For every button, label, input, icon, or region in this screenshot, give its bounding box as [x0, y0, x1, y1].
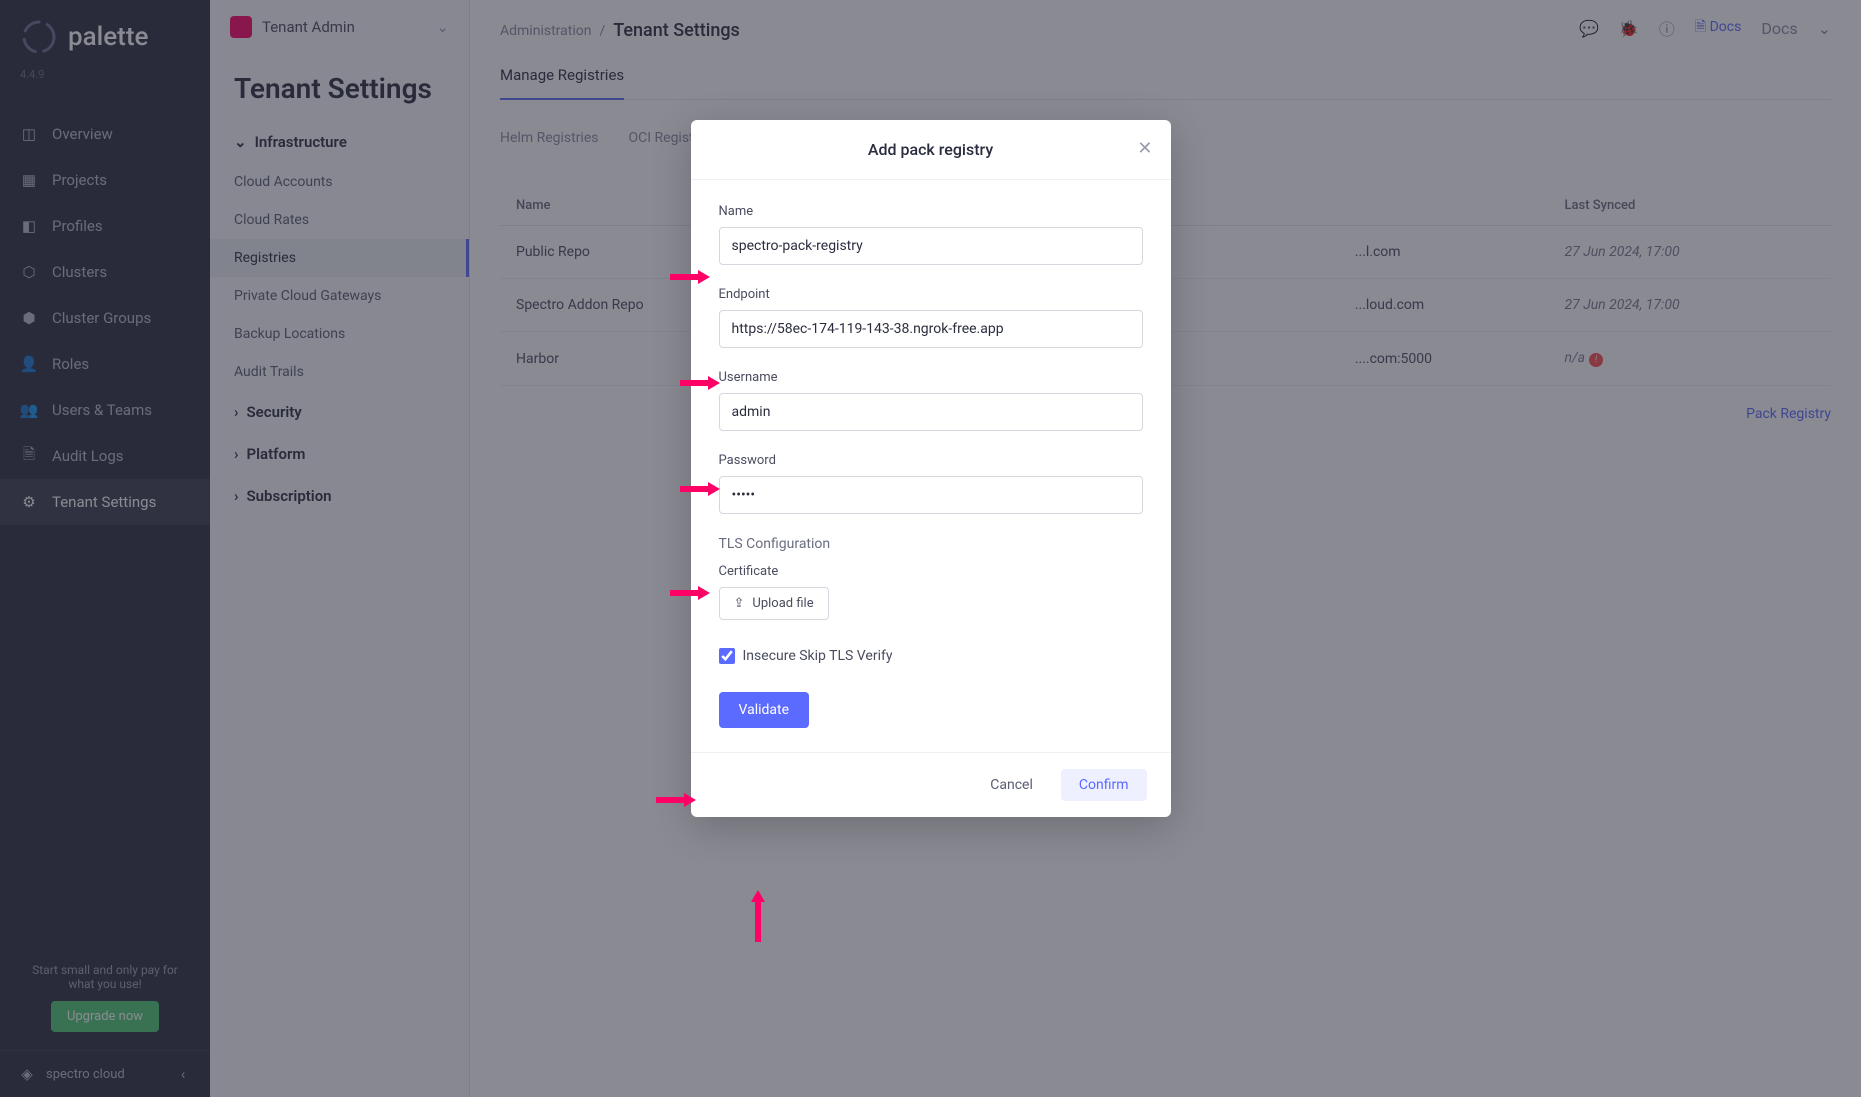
password-label: Password — [719, 453, 1143, 468]
field-password: Password — [719, 453, 1143, 514]
modal-header: Add pack registry ✕ — [691, 120, 1171, 180]
upload-icon: ⇪ — [734, 596, 745, 611]
endpoint-input[interactable] — [719, 310, 1143, 348]
annotation-arrow-icon — [680, 376, 720, 390]
insecure-skip-label: Insecure Skip TLS Verify — [743, 648, 893, 664]
name-input[interactable] — [719, 227, 1143, 265]
name-label: Name — [719, 204, 1143, 219]
annotation-arrow-icon — [680, 482, 720, 496]
cancel-button[interactable]: Cancel — [974, 769, 1049, 801]
field-username: Username — [719, 370, 1143, 431]
validate-button[interactable]: Validate — [719, 692, 810, 728]
annotation-arrow-icon — [670, 586, 710, 600]
insecure-skip-checkbox[interactable] — [719, 648, 735, 664]
modal-body: Name Endpoint Username Password TLS Conf… — [691, 180, 1171, 752]
certificate-label: Certificate — [719, 564, 1143, 579]
annotation-arrow-up-icon — [751, 890, 765, 942]
modal-footer: Cancel Confirm — [691, 752, 1171, 817]
field-endpoint: Endpoint — [719, 287, 1143, 348]
field-certificate: Certificate ⇪ Upload file — [719, 564, 1143, 620]
username-input[interactable] — [719, 393, 1143, 431]
field-name: Name — [719, 204, 1143, 265]
close-icon[interactable]: ✕ — [1137, 138, 1152, 159]
modal-overlay: Add pack registry ✕ Name Endpoint Userna… — [0, 0, 1861, 1097]
modal-title: Add pack registry — [868, 140, 993, 159]
tls-section-title: TLS Configuration — [719, 536, 1143, 552]
add-pack-registry-modal: Add pack registry ✕ Name Endpoint Userna… — [691, 120, 1171, 817]
username-label: Username — [719, 370, 1143, 385]
password-input[interactable] — [719, 476, 1143, 514]
confirm-button[interactable]: Confirm — [1061, 769, 1147, 801]
annotation-arrow-icon — [656, 793, 696, 807]
endpoint-label: Endpoint — [719, 287, 1143, 302]
upload-label: Upload file — [752, 596, 813, 611]
insecure-skip-row: Insecure Skip TLS Verify — [719, 648, 1143, 664]
annotation-arrow-icon — [670, 270, 710, 284]
upload-file-button[interactable]: ⇪ Upload file — [719, 587, 829, 620]
